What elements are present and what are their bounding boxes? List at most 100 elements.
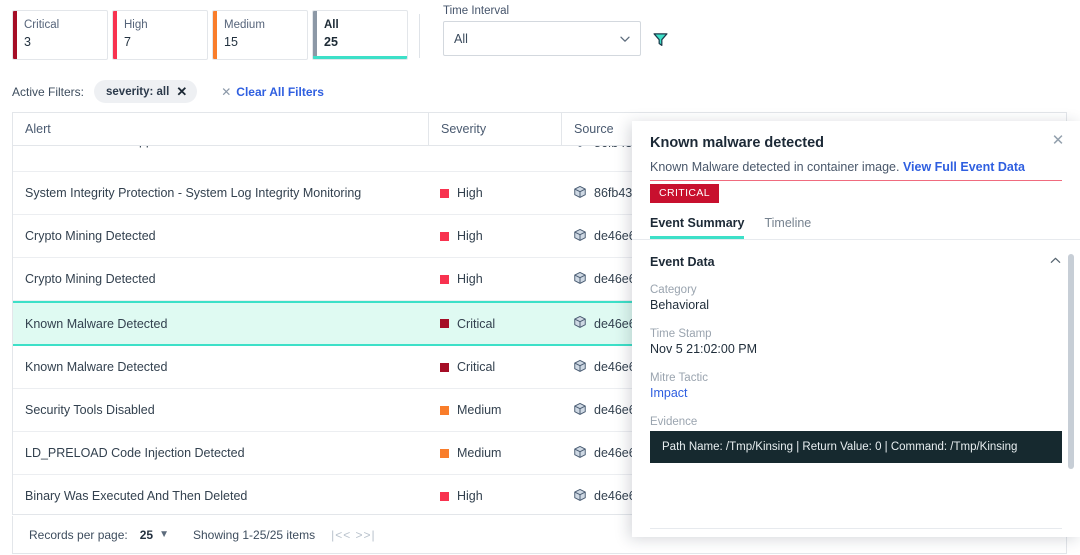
event-data-section-title: Event Data [650, 255, 715, 269]
cell-severity: High [428, 215, 561, 257]
alerts-page: Critical 3 High 7 Medium 15 All 25 Time … [0, 0, 1080, 555]
panel-description-text: Known Malware detected in container imag… [650, 160, 900, 174]
clear-all-filters-label: Clear All Filters [236, 84, 324, 99]
severity-indicator-dot [440, 231, 449, 241]
event-data-section-header[interactable]: Event Data [650, 254, 1062, 270]
tab-event-summary[interactable]: Event Summary [650, 216, 745, 239]
severity-card-high[interactable]: High 7 [112, 10, 208, 60]
cell-alert: LD_PRELOAD Code Injection Detected [25, 446, 245, 460]
severity-card-selected-indicator [313, 56, 407, 59]
showing-items-label: Showing 1-25/25 items [193, 527, 316, 542]
field-category: Category Behavioral [650, 284, 1062, 312]
cell-alert: Known Malware Detected [25, 316, 168, 331]
alert-detail-panel: Known malware detected ✕ Known Malware d… [632, 121, 1080, 537]
view-full-event-data-link[interactable]: View Full Event Data [903, 160, 1025, 174]
container-cube-icon [573, 228, 587, 245]
severity-card-label: Critical [24, 19, 60, 31]
cell-alert: Binary Was Executed And Then Deleted [25, 489, 248, 503]
container-cube-icon [573, 185, 587, 202]
severity-indicator-dot [440, 188, 449, 198]
chevron-up-icon[interactable] [1049, 254, 1062, 270]
cell-severity: High [428, 258, 561, 300]
container-cube-icon [573, 402, 587, 419]
status-badge: CRITICAL [650, 184, 720, 203]
severity-card-label: Medium [224, 19, 265, 31]
active-filters-bar: Active Filters: severity: all ✕ ✕ Clear … [12, 80, 324, 103]
records-per-page-value[interactable]: 25 [140, 528, 153, 542]
cell-alert: Crypto Mining Detected [25, 229, 156, 243]
close-icon[interactable]: ✕ [1050, 133, 1066, 150]
container-cube-icon [573, 271, 587, 288]
severity-indicator-dot [440, 319, 449, 328]
active-filters-label: Active Filters: [12, 84, 85, 99]
field-label: Category [650, 284, 697, 296]
cell-alert: Known Malware Detected [25, 360, 168, 374]
panel-tabs-divider [632, 239, 1080, 240]
cell-severity: High [428, 475, 561, 514]
panel-title: Known malware detected [650, 135, 825, 151]
caret-down-icon[interactable]: ▼ [159, 529, 169, 540]
chevron-down-icon [619, 33, 630, 44]
cell-alert: Security Tools Disabled [25, 403, 155, 417]
close-icon: ✕ [221, 84, 232, 99]
tab-timeline[interactable]: Timeline [764, 216, 811, 239]
field-time-stamp: Time Stamp Nov 5 21:02:00 PM [650, 328, 1062, 356]
container-cube-icon [573, 488, 587, 505]
severity-card-label: All [324, 19, 339, 31]
column-header-severity[interactable]: Severity [428, 113, 561, 146]
severity-summary-cards: Critical 3 High 7 Medium 15 All 25 [12, 10, 408, 60]
severity-indicator-dot [440, 448, 449, 458]
panel-divider [650, 180, 1062, 181]
cell-severity: Critical [428, 303, 561, 344]
severity-card-accent-bar [213, 11, 217, 59]
severity-card-all[interactable]: All 25 [312, 10, 408, 60]
toolbar-divider [419, 14, 420, 58]
field-value: Nov 5 21:02:00 PM [650, 342, 758, 356]
severity-card-medium[interactable]: Medium 15 [212, 10, 308, 60]
column-header-alert[interactable]: Alert [13, 113, 428, 146]
severity-card-accent-bar [113, 11, 117, 59]
severity-card-count: 15 [224, 35, 238, 49]
panel-scrollbar[interactable] [1068, 254, 1074, 526]
close-icon[interactable]: ✕ [176, 84, 187, 100]
panel-scrollbar-thumb[interactable] [1068, 254, 1074, 469]
field-value-link[interactable]: Impact [650, 386, 1062, 400]
pagination-nav-arrows[interactable]: |<< >>| [331, 528, 376, 542]
panel-tabs: Event Summary Timeline [650, 216, 1080, 239]
severity-card-count: 7 [124, 35, 131, 49]
severity-card-critical[interactable]: Critical 3 [12, 10, 108, 60]
severity-card-accent-bar [313, 11, 317, 59]
cell-alert: System Integrity Protection - System Log… [25, 186, 362, 200]
cell-severity: Medium [428, 432, 561, 474]
cell-severity: Medium [428, 146, 561, 160]
severity-card-count: 25 [324, 35, 338, 49]
panel-footer-divider [650, 528, 1062, 529]
cell-alert: New Executable Dropped [13, 146, 428, 160]
severity-card-count: 3 [24, 35, 31, 49]
filter-chip-text: severity: all [106, 85, 170, 98]
panel-header: Known malware detected ✕ Known Malware d… [632, 121, 1080, 203]
cell-severity: High [428, 172, 561, 214]
time-interval-label: Time Interval [443, 5, 510, 17]
clear-all-filters-button[interactable]: ✕ Clear All Filters [221, 85, 324, 99]
time-interval-control: Time Interval All [443, 5, 641, 56]
severity-indicator-dot [440, 405, 449, 415]
time-interval-value: All [454, 31, 468, 46]
severity-indicator-dot [440, 491, 449, 501]
cell-alert: Crypto Mining Detected [25, 272, 156, 286]
time-interval-select[interactable]: All [443, 21, 641, 56]
field-label: Time Stamp [650, 328, 712, 340]
filter-chip-severity[interactable]: severity: all ✕ [94, 80, 198, 103]
severity-indicator-dot [440, 274, 449, 284]
records-per-page-label: Records per page: [29, 527, 128, 542]
cell-severity: Critical [428, 346, 561, 388]
field-value: Behavioral [650, 298, 710, 312]
filter-funnel-icon[interactable] [652, 31, 669, 53]
evidence-code-block: Path Name: /Tmp/Kinsing | Return Value: … [650, 431, 1062, 463]
container-cube-icon [573, 315, 587, 332]
severity-indicator-dot [440, 362, 449, 372]
field-label: Evidence [650, 416, 698, 428]
severity-card-label: High [124, 19, 148, 31]
severity-card-accent-bar [13, 11, 17, 59]
panel-content: Event Data Category Behavioral Time Stam… [632, 254, 1080, 526]
